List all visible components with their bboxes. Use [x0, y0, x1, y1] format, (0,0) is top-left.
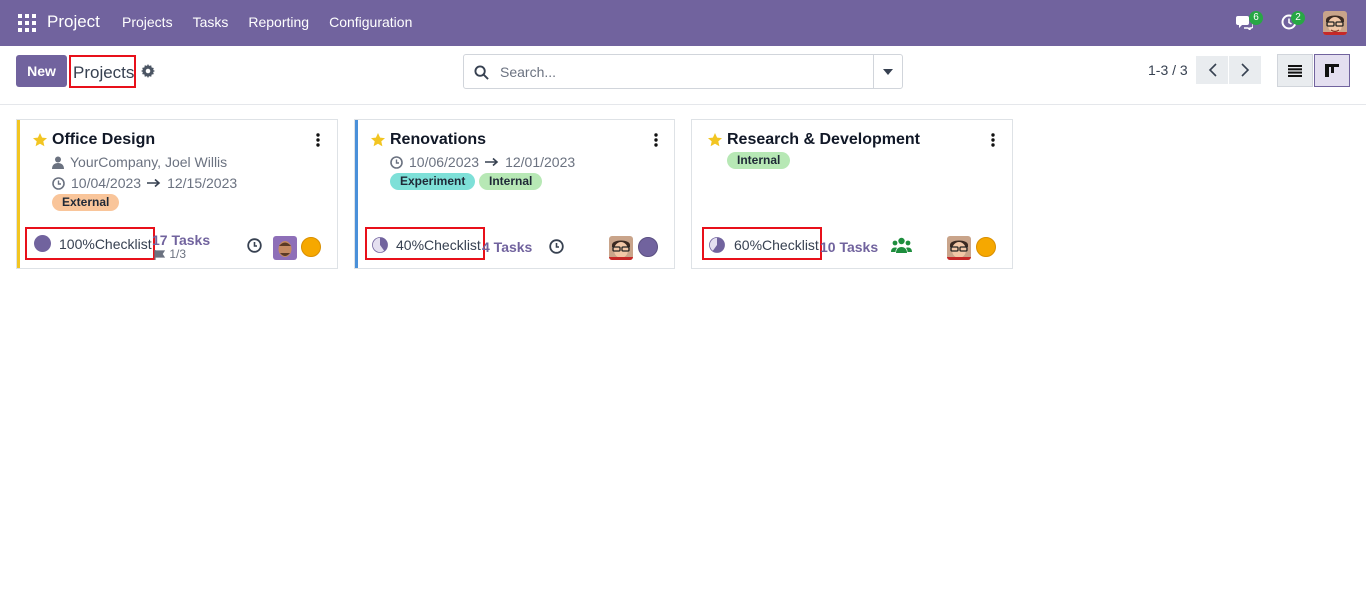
favorite-star-icon[interactable]: [371, 133, 385, 147]
breadcrumb-highlight: Projects: [69, 55, 136, 88]
checklist-label: Checklist: [94, 236, 152, 252]
menu-item-tasks[interactable]: Tasks: [193, 14, 229, 30]
project-card-office-design[interactable]: Office Design YourCompany, Joel Willis 1…: [16, 119, 338, 269]
date-start: 10/04/2023: [71, 175, 142, 191]
checklist-percent: 60%: [734, 237, 763, 253]
pager-previous-button[interactable]: [1196, 56, 1228, 84]
checklist-label: Checklist: [762, 237, 819, 253]
project-name[interactable]: Renovations: [390, 131, 486, 149]
checklist-label: Checklist: [424, 237, 481, 253]
date-end: 12/01/2023: [505, 154, 576, 170]
date-row: 10/04/2023 12/15/2023: [52, 175, 237, 191]
activities-count-badge: 2: [1291, 11, 1305, 25]
activity-clock-icon[interactable]: [549, 239, 564, 254]
pager-next-button[interactable]: [1229, 56, 1261, 84]
apps-grid-icon[interactable]: [18, 14, 36, 32]
date-end: 12/15/2023: [167, 175, 238, 191]
list-view-icon: [1288, 64, 1302, 77]
status-dot[interactable]: [301, 237, 321, 257]
kebab-menu-icon[interactable]: [991, 133, 995, 147]
search-icon: [474, 65, 489, 80]
checklist-progress-icon: [34, 235, 51, 252]
search-input[interactable]: [500, 61, 870, 83]
customer-name: YourCompany, Joel Willis: [70, 154, 228, 170]
milestone-value: 1/3: [169, 247, 187, 261]
search-options-toggle[interactable]: [873, 55, 902, 88]
checklist-percent: 40%: [396, 237, 425, 253]
checklist-status: 100%Checklist: [59, 236, 152, 252]
checklist-status: 40%Checklist: [396, 237, 481, 253]
tag-experiment: Experiment: [390, 173, 476, 190]
list-view-button[interactable]: [1277, 54, 1313, 87]
menu-item-reporting[interactable]: Reporting: [248, 14, 309, 30]
color-band: [355, 120, 358, 268]
tag-internal: Internal: [727, 152, 791, 169]
task-count-link[interactable]: 4 Tasks: [482, 239, 532, 255]
project-name[interactable]: Research & Development: [727, 131, 920, 149]
main-menu: Projects Tasks Reporting Configuration: [122, 14, 432, 30]
arrow-right-icon: [147, 178, 161, 188]
messages-count-badge: 6: [1249, 11, 1263, 25]
task-count-link[interactable]: 17 Tasks: [152, 232, 210, 248]
status-dot[interactable]: [638, 237, 658, 257]
checklist-status: 60%Checklist: [734, 237, 819, 253]
pager-value[interactable]: 1-3 / 3: [1148, 62, 1188, 78]
gear-icon[interactable]: [141, 64, 155, 78]
kanban-view-button[interactable]: [1314, 54, 1350, 87]
new-button[interactable]: New: [16, 55, 67, 87]
user-icon: [52, 156, 64, 169]
manager-avatar[interactable]: [273, 236, 297, 260]
arrow-right-icon: [485, 157, 499, 167]
project-card-research-development[interactable]: Research & Development Internal 60%Check…: [691, 119, 1013, 269]
date-start: 10/06/2023: [409, 154, 480, 170]
manager-avatar[interactable]: [947, 236, 971, 260]
project-name[interactable]: Office Design: [52, 131, 155, 149]
tag-internal: Internal: [479, 173, 543, 190]
caret-down-icon: [883, 68, 893, 75]
app-brand[interactable]: Project: [47, 12, 100, 32]
menu-item-projects[interactable]: Projects: [122, 14, 173, 30]
flag-icon: [154, 249, 166, 260]
status-dot[interactable]: [976, 237, 996, 257]
milestone-row: 1/3: [154, 247, 186, 261]
user-avatar[interactable]: [1323, 11, 1347, 35]
tag-external: External: [52, 194, 120, 211]
clock-icon: [52, 176, 65, 190]
kebab-menu-icon[interactable]: [316, 133, 320, 147]
favorite-star-icon[interactable]: [33, 133, 47, 147]
kanban-view-icon: [1325, 64, 1339, 77]
date-row: 10/06/2023 12/01/2023: [390, 154, 575, 170]
control-panel: New Projects 1-3 / 3: [0, 46, 1366, 105]
favorite-star-icon[interactable]: [708, 133, 722, 147]
followers-group-icon[interactable]: [891, 237, 912, 255]
search-bar: [463, 54, 903, 89]
checklist-percent: 100%: [59, 236, 95, 252]
clock-icon: [390, 155, 403, 169]
menu-item-configuration[interactable]: Configuration: [329, 14, 412, 30]
top-navbar: Project Projects Tasks Reporting Configu…: [0, 0, 1366, 46]
chevron-left-icon: [1208, 63, 1217, 77]
kebab-menu-icon[interactable]: [654, 133, 658, 147]
page-title[interactable]: Projects: [73, 63, 134, 83]
manager-avatar[interactable]: [609, 236, 633, 260]
color-band: [17, 120, 20, 268]
activity-clock-icon[interactable]: [247, 238, 262, 253]
chevron-right-icon: [1240, 63, 1249, 77]
task-count-link[interactable]: 10 Tasks: [820, 239, 878, 255]
project-card-renovations[interactable]: Renovations 10/06/2023 12/01/2023 Experi…: [354, 119, 675, 269]
customer-row: YourCompany, Joel Willis: [52, 154, 227, 170]
checklist-progress-icon: [372, 237, 388, 253]
checklist-progress-icon: [709, 237, 725, 253]
